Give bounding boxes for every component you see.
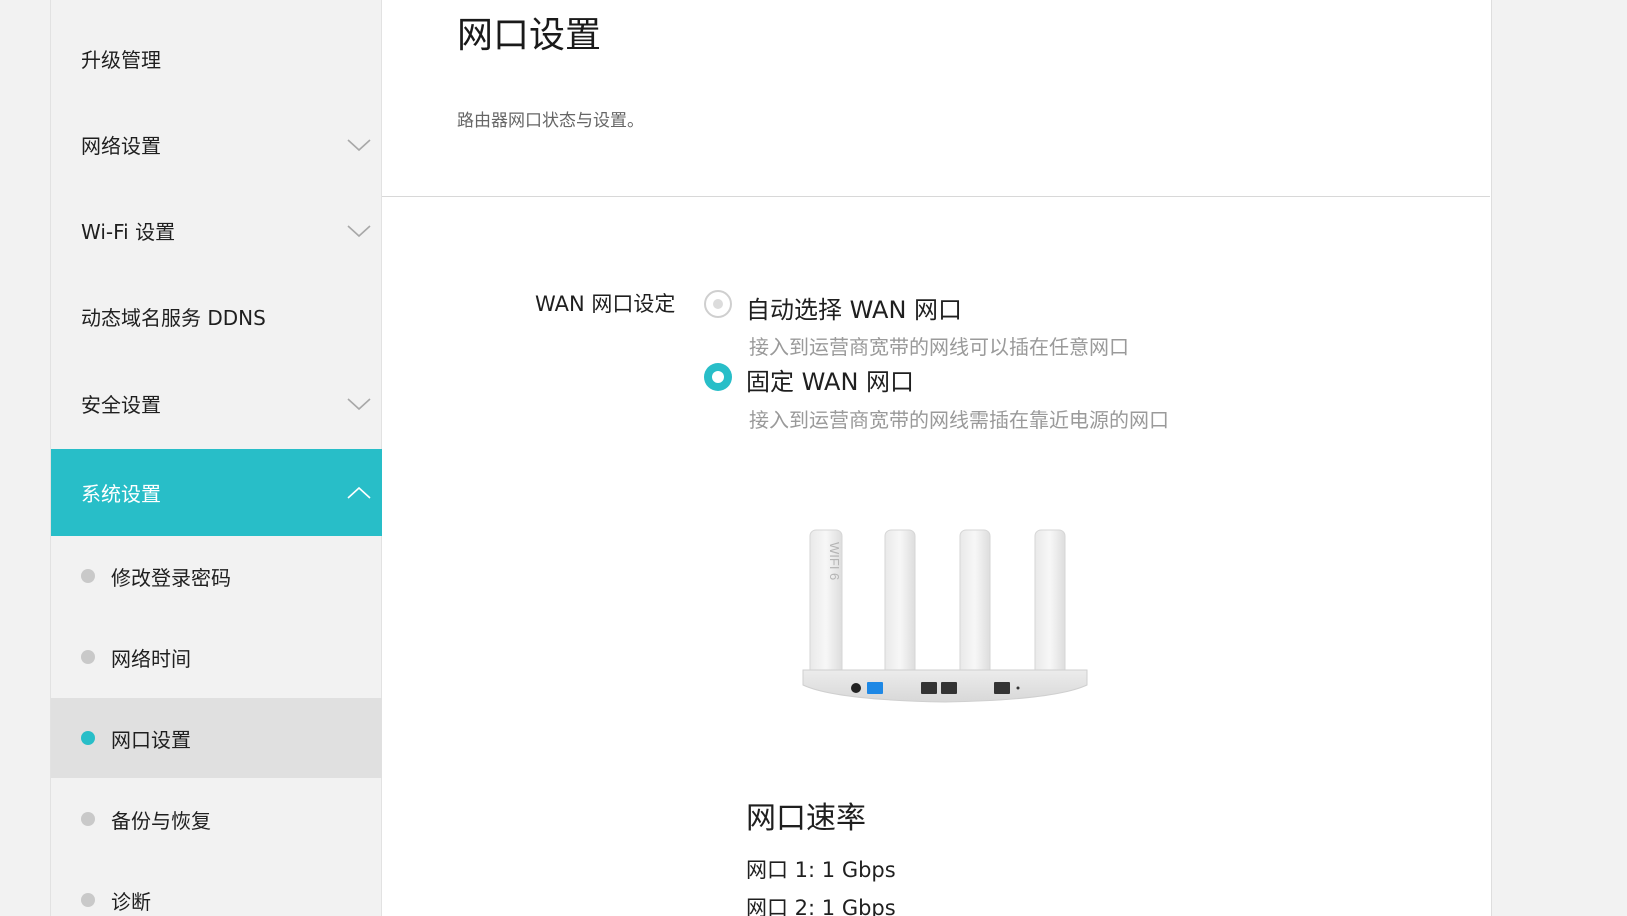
option-auto-wan-hint: 接入到运营商宽带的网线可以插在任意网口	[749, 335, 1129, 359]
sidebar-item-label: 网络设置	[81, 134, 161, 158]
option-fixed-wan-hint: 接入到运营商宽带的网线需插在靠近电源的网口	[749, 408, 1169, 432]
chevron-down-icon	[347, 138, 371, 151]
sidebar-item-label: 升级管理	[81, 48, 161, 72]
bullet-icon	[81, 812, 95, 826]
option-auto-wan-label[interactable]: 自动选择 WAN 网口	[746, 290, 962, 325]
router-image: WIFI 6	[802, 529, 1088, 703]
port-speed-title: 网口速率	[746, 801, 866, 836]
bullet-icon	[81, 731, 95, 745]
radio-auto-wan[interactable]	[704, 290, 732, 318]
page-description: 路由器网口状态与设置。	[457, 111, 644, 131]
sidebar-item-security[interactable]: 安全设置	[51, 360, 382, 447]
sub-item-change-password[interactable]: 修改登录密码	[51, 536, 382, 616]
sub-item-label: 备份与恢复	[111, 808, 211, 833]
sub-item-label: 修改登录密码	[111, 565, 231, 590]
bullet-icon	[81, 650, 95, 664]
sidebar: 升级管理 网络设置 Wi-Fi 设置 动态域名服务 DDNS 安全设置 系统设置…	[50, 0, 382, 916]
chevron-up-icon	[347, 486, 371, 499]
sidebar-item-upgrade[interactable]: 升级管理	[51, 15, 382, 102]
sub-item-label: 网络时间	[111, 646, 191, 671]
main-panel: 网口设置 路由器网口状态与设置。 WAN 网口设定 自动选择 WAN 网口 接入…	[382, 0, 1492, 916]
chevron-down-icon	[347, 397, 371, 410]
sidebar-item-label: 安全设置	[81, 393, 161, 417]
sidebar-item-label: 系统设置	[81, 482, 161, 506]
port-speed-row: 网口 2: 1 Gbps	[746, 896, 896, 916]
sidebar-item-label: Wi-Fi 设置	[81, 220, 176, 244]
antenna-label: WIFI 6	[827, 542, 842, 580]
sub-item-backup-restore[interactable]: 备份与恢复	[51, 779, 382, 859]
sub-item-diagnostics[interactable]: 诊断	[51, 860, 382, 916]
page-title: 网口设置	[457, 15, 602, 56]
sub-item-network-time[interactable]: 网络时间	[51, 617, 382, 697]
sidebar-item-wifi[interactable]: Wi-Fi 设置	[51, 187, 382, 274]
divider	[382, 196, 1490, 197]
sub-item-label: 网口设置	[111, 727, 191, 752]
port-speed-row: 网口 1: 1 Gbps	[746, 858, 896, 882]
sidebar-item-system[interactable]: 系统设置	[51, 449, 382, 536]
sidebar-item-label: 动态域名服务 DDNS	[81, 306, 266, 330]
sidebar-item-ddns[interactable]: 动态域名服务 DDNS	[51, 273, 382, 360]
wan-setting-label: WAN 网口设定	[535, 292, 676, 316]
chevron-down-icon	[347, 224, 371, 237]
radio-fixed-wan[interactable]	[704, 363, 732, 391]
sub-item-port-settings[interactable]: 网口设置	[51, 698, 382, 778]
sub-item-label: 诊断	[111, 889, 151, 914]
bullet-icon	[81, 893, 95, 907]
option-fixed-wan-label[interactable]: 固定 WAN 网口	[746, 362, 914, 397]
bullet-icon	[81, 569, 95, 583]
sidebar-item-network[interactable]: 网络设置	[51, 101, 382, 188]
